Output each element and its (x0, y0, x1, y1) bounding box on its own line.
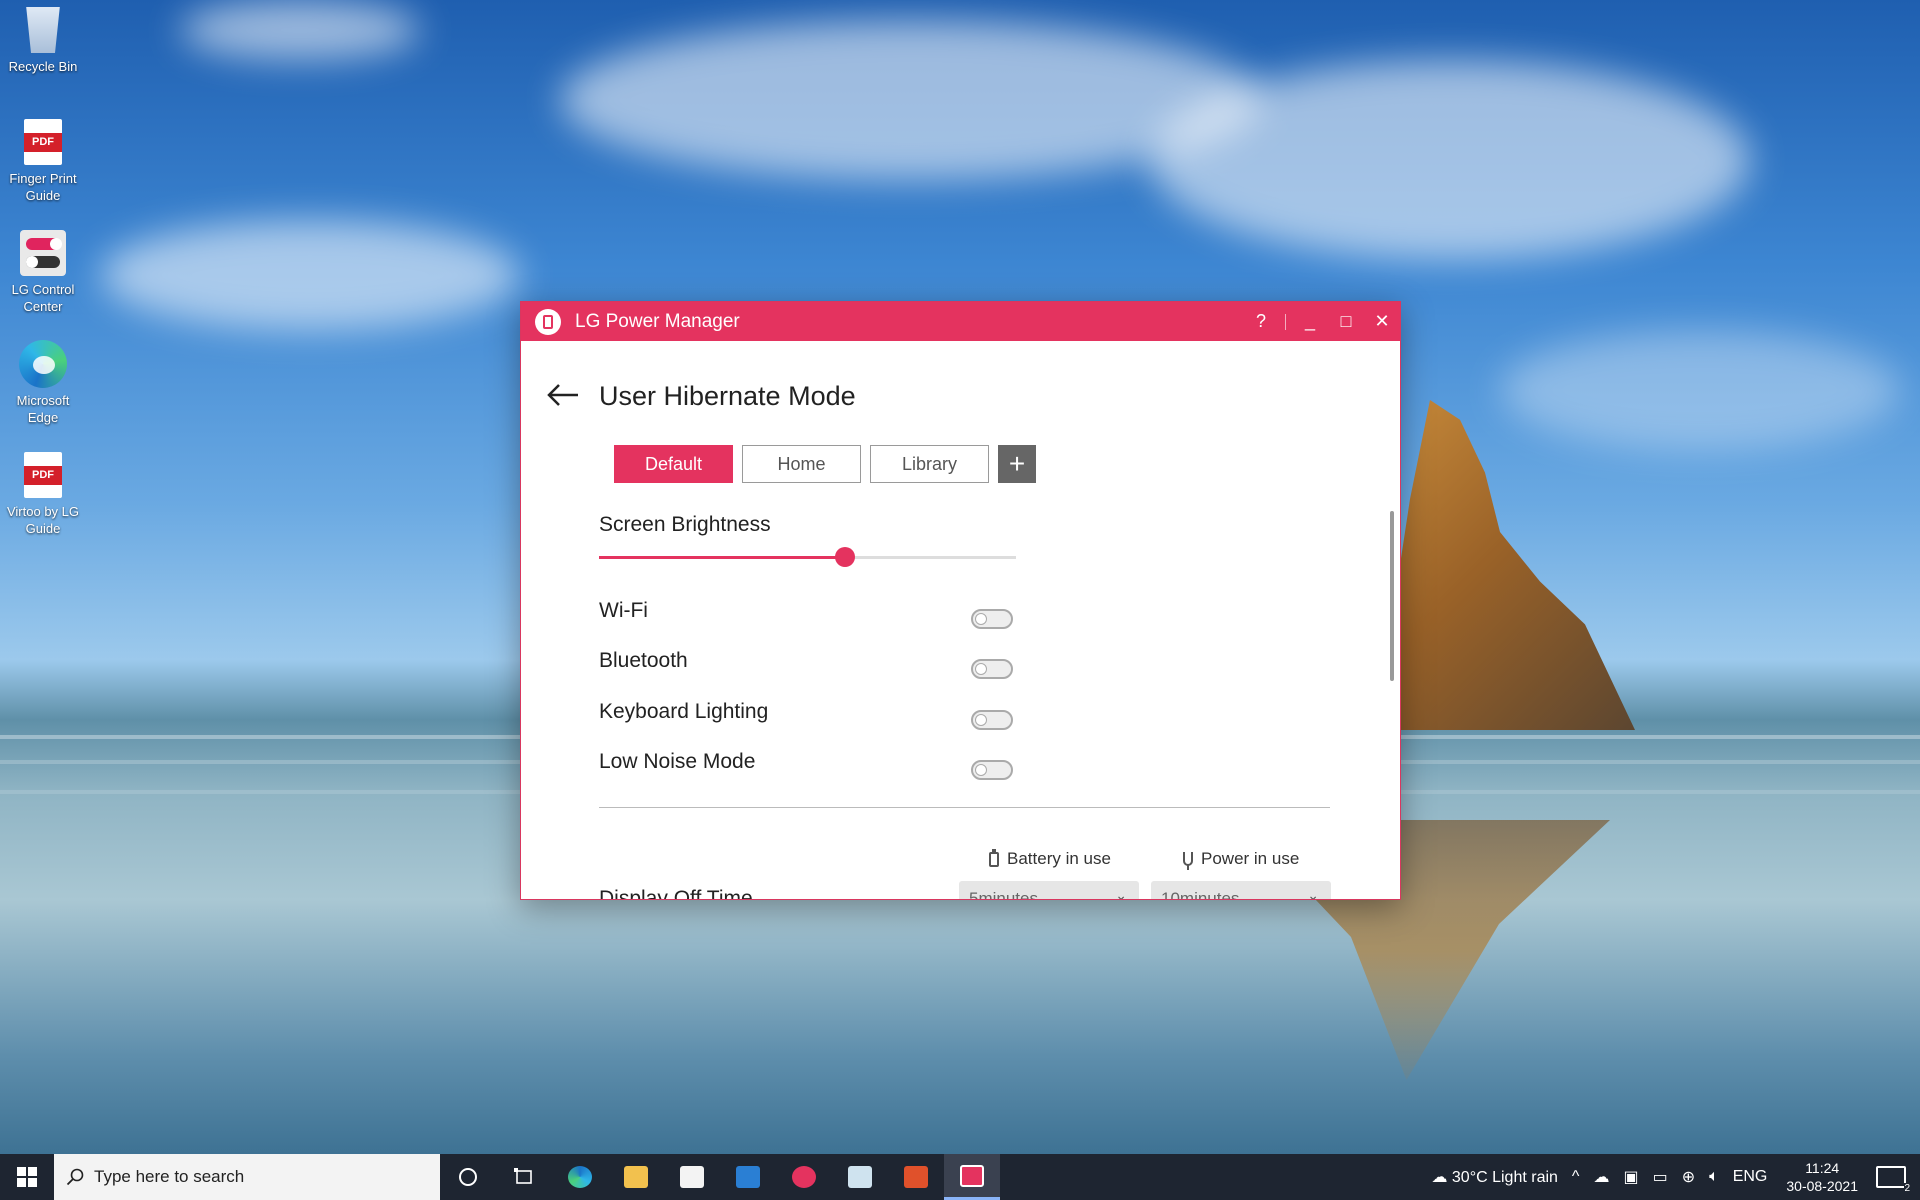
screen-brightness-label: Screen Brightness (599, 513, 771, 536)
system-tray: ☁ 30°C Light rain ^ ☁ ▣ ▭ ⊕ 🔈︎ ENG 11:24… (1424, 1154, 1920, 1200)
battery-column-header: Battery in use (989, 848, 1111, 869)
start-button[interactable] (0, 1154, 54, 1200)
recycle-bin-icon (26, 7, 60, 53)
tab-home[interactable]: Home (742, 445, 861, 483)
cortana-icon[interactable] (440, 1154, 496, 1200)
language-indicator[interactable]: ENG (1726, 1168, 1775, 1186)
taskbar: Type here to search ☁ 30°C Light rain ^ … (0, 1154, 1920, 1200)
tab-default[interactable]: Default (614, 445, 733, 483)
pdf-icon: PDF (24, 119, 62, 165)
page-title: User Hibernate Mode (599, 381, 856, 411)
brightness-slider-thumb[interactable] (835, 547, 856, 567)
network-icon[interactable]: ⊕ (1675, 1167, 1702, 1187)
keyboard-lighting-toggle[interactable] (971, 710, 1013, 730)
plug-icon (1183, 852, 1193, 870)
file-explorer-icon[interactable] (608, 1154, 664, 1200)
profile-tabs: Default Home Library + (614, 445, 1036, 483)
desktop-icon-microsoft-edge[interactable]: Microsoft Edge (0, 340, 86, 426)
scrollbar[interactable] (1390, 511, 1394, 681)
chevron-down-icon: ⌄ (1115, 887, 1127, 900)
lg-power-manager-window: LG Power Manager ? _ □ ✕ User Hibernate … (520, 301, 1401, 900)
volume-icon[interactable]: 🔈︎ (1702, 1168, 1726, 1186)
store-icon[interactable] (664, 1154, 720, 1200)
display-off-battery-select[interactable]: 5minutes ⌄ (959, 881, 1139, 900)
weather-widget[interactable]: ☁ 30°C Light rain (1424, 1167, 1564, 1187)
low-noise-mode-label: Low Noise Mode (599, 750, 756, 773)
power-column-header: Power in use (1183, 849, 1299, 870)
lg-app-icon[interactable] (832, 1154, 888, 1200)
keyboard-lighting-label: Keyboard Lighting (599, 700, 769, 723)
lg-power-manager-icon (535, 308, 561, 335)
lg-update-icon[interactable] (776, 1154, 832, 1200)
edge-icon (19, 340, 67, 388)
desktop-icon-virtoo-guide[interactable]: PDF Virtoo by LG Guide (0, 451, 86, 537)
display-off-power-select[interactable]: 10minutes ⌄ (1151, 881, 1331, 900)
title-bar[interactable]: LG Power Manager ? _ □ ✕ (521, 302, 1400, 341)
chevron-down-icon: ⌄ (1307, 887, 1319, 900)
maximize-button[interactable]: □ (1328, 302, 1364, 341)
battery-icon (989, 848, 999, 867)
title-separator (1285, 313, 1286, 330)
task-view-icon[interactable] (496, 1154, 552, 1200)
battery-tray-icon[interactable]: ▭ (1646, 1167, 1675, 1187)
bluetooth-toggle[interactable] (971, 659, 1013, 679)
chevron-up-icon[interactable]: ^ (1565, 1168, 1587, 1186)
desktop-icon-lg-control-center[interactable]: LG Control Center (0, 229, 86, 315)
section-divider (599, 807, 1330, 808)
bluetooth-label: Bluetooth (599, 649, 688, 672)
search-placeholder: Type here to search (94, 1167, 245, 1186)
taskbar-search[interactable]: Type here to search (54, 1154, 440, 1200)
help-button[interactable]: ? (1243, 302, 1279, 341)
clock[interactable]: 11:24 30-08-2021 (1774, 1159, 1870, 1195)
back-arrow-icon[interactable] (545, 381, 581, 409)
minimize-button[interactable]: _ (1292, 302, 1328, 341)
display-off-time-label: Display Off Time (599, 887, 753, 900)
edge-taskbar-icon[interactable] (552, 1154, 608, 1200)
desktop-icon-recycle-bin[interactable]: Recycle Bin (0, 6, 86, 75)
mail-icon[interactable] (720, 1154, 776, 1200)
lg-control-center-icon (20, 230, 66, 276)
desktop-icon-finger-print-guide[interactable]: PDF Finger Print Guide (0, 118, 86, 204)
add-profile-button[interactable]: + (998, 445, 1036, 483)
windows-logo-icon (17, 1167, 37, 1187)
wifi-label: Wi-Fi (599, 599, 648, 622)
close-button[interactable]: ✕ (1364, 302, 1400, 341)
brightness-slider[interactable] (599, 547, 1016, 567)
search-icon (66, 1168, 84, 1186)
lg-power-manager-taskbar-icon[interactable] (944, 1154, 1000, 1200)
pdf-icon: PDF (24, 452, 62, 498)
office-icon[interactable] (888, 1154, 944, 1200)
onedrive-icon[interactable]: ☁ (1586, 1167, 1616, 1187)
notification-center-icon[interactable]: 2 (1876, 1166, 1910, 1194)
brightness-slider-fill (599, 556, 846, 559)
window-title: LG Power Manager (575, 310, 740, 332)
wifi-toggle[interactable] (971, 609, 1013, 629)
tab-library[interactable]: Library (870, 445, 989, 483)
meet-now-icon[interactable]: ▣ (1616, 1167, 1645, 1187)
low-noise-mode-toggle[interactable] (971, 760, 1013, 780)
